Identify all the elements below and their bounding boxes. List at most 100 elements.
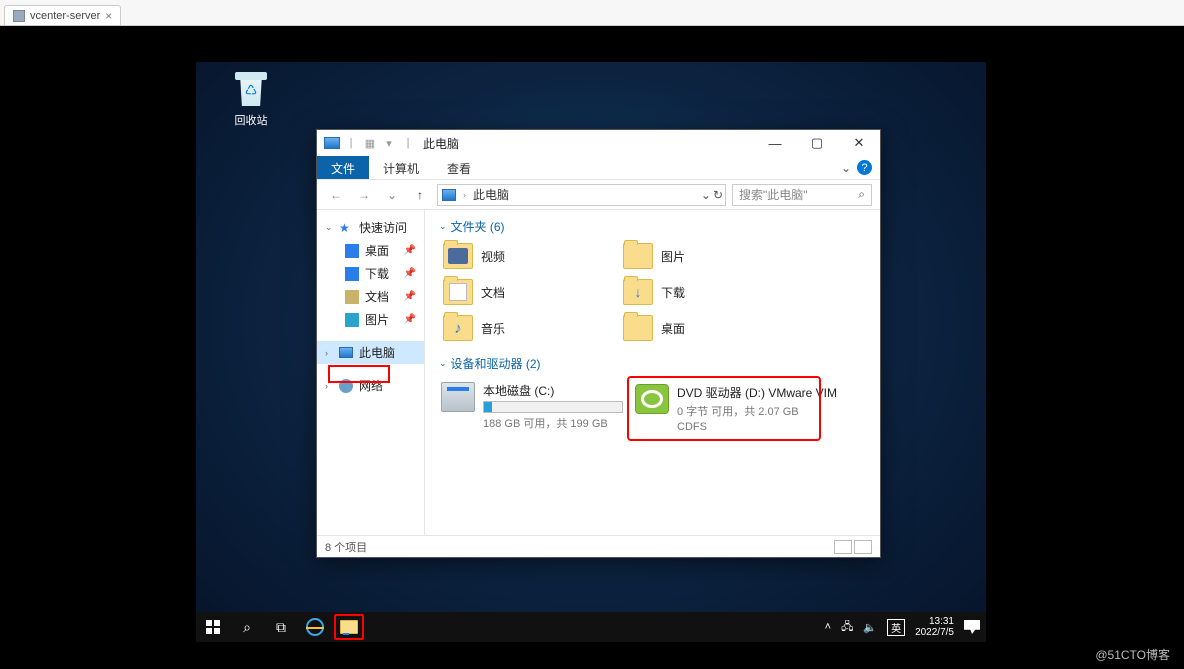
content-pane[interactable]: ⌄ 文件夹 (6) 视频 图片 文档 下载 音乐 桌面 bbox=[425, 210, 880, 535]
nav-history-button[interactable]: ⌄ bbox=[381, 184, 403, 206]
taskbar-ie-button[interactable] bbox=[298, 612, 332, 642]
sidebar-label: 快速访问 bbox=[359, 219, 407, 236]
item-label: 音乐 bbox=[481, 320, 505, 337]
address-chevron-icon[interactable]: › bbox=[460, 190, 469, 200]
annotation-box-thispc bbox=[328, 365, 390, 383]
clock[interactable]: 13:31 2022/7/5 bbox=[915, 616, 954, 638]
qat-dropdown-icon[interactable]: ▾ bbox=[380, 134, 398, 152]
tray-overflow-icon[interactable]: ˄ bbox=[825, 621, 831, 633]
system-icon bbox=[323, 134, 341, 152]
sidebar-item-downloads[interactable]: 下载 📌 bbox=[317, 262, 424, 285]
tray-volume-icon[interactable]: 🔈 bbox=[863, 621, 877, 634]
nav-back-button[interactable]: ← bbox=[325, 184, 347, 206]
ribbon: 文件 计算机 查看 ⌄ ? bbox=[317, 156, 880, 180]
windows-desktop[interactable]: ♺ 回收站 | ▦ ▾ | 此电脑 — ▢ ✕ bbox=[196, 62, 986, 642]
drive-d-dvd[interactable]: DVD 驱动器 (D:) VMware VIM 0 字节 可用，共 2.07 G… bbox=[629, 378, 819, 439]
tray-network-icon[interactable]: 🖧 bbox=[841, 618, 853, 637]
navigation-bar: ← → ⌄ ↑ › 此电脑 ⌄ ↻ 搜索"此电脑" ⌕ bbox=[317, 180, 880, 210]
taskbar-explorer-button[interactable] bbox=[332, 612, 366, 642]
ie-icon bbox=[306, 618, 324, 636]
address-dropdown-icon[interactable]: ⌄ bbox=[701, 188, 711, 202]
sidebar-label: 桌面 bbox=[365, 242, 389, 259]
group-header-drives[interactable]: ⌄ 设备和驱动器 (2) bbox=[439, 351, 870, 378]
address-bar[interactable]: › 此电脑 ⌄ ↻ bbox=[437, 184, 726, 206]
sidebar-item-quickaccess[interactable]: ⌄ ★ 快速访问 bbox=[317, 216, 424, 239]
search-icon[interactable]: ⌕ bbox=[858, 187, 865, 202]
sidebar-item-pictures[interactable]: 图片 📌 bbox=[317, 308, 424, 331]
address-segment-thispc[interactable]: 此电脑 bbox=[473, 186, 509, 203]
recycle-bin-label: 回收站 bbox=[224, 112, 278, 128]
help-icon[interactable]: ? bbox=[857, 160, 872, 175]
action-center-icon[interactable] bbox=[964, 620, 980, 634]
minimize-button[interactable]: — bbox=[754, 130, 796, 156]
sidebar-label: 下载 bbox=[365, 265, 389, 282]
file-explorer-icon bbox=[340, 620, 358, 634]
task-view-button[interactable]: ⧉ bbox=[264, 612, 298, 642]
group-label: 设备和驱动器 (2) bbox=[451, 355, 541, 372]
drive-c[interactable]: 本地磁盘 (C:) 188 GB 可用，共 199 GB bbox=[439, 378, 619, 439]
search-box[interactable]: 搜索"此电脑" ⌕ bbox=[732, 184, 872, 206]
sidebar-item-documents[interactable]: 文档 📌 bbox=[317, 285, 424, 308]
ribbon-tab-view[interactable]: 查看 bbox=[433, 156, 485, 179]
folder-documents[interactable]: 文档 bbox=[439, 277, 609, 307]
taskbar-search-button[interactable]: ⌕ bbox=[230, 612, 264, 642]
nav-up-button[interactable]: ↑ bbox=[409, 184, 431, 206]
window-title: 此电脑 bbox=[423, 135, 754, 152]
drive-name: DVD 驱动器 (D:) VMware VIM bbox=[677, 384, 837, 401]
pin-icon: 📌 bbox=[404, 314, 416, 325]
item-label: 图片 bbox=[661, 248, 685, 265]
ime-indicator[interactable]: 英 bbox=[887, 619, 905, 636]
file-explorer-window: | ▦ ▾ | 此电脑 — ▢ ✕ 文件 计算机 查看 ⌄ ? bbox=[316, 129, 881, 558]
qat-properties-icon[interactable]: ▦ bbox=[361, 134, 379, 152]
address-bar-icon bbox=[442, 189, 456, 201]
watermark: @51CTO博客 bbox=[1095, 646, 1170, 663]
recycle-bin[interactable]: ♺ 回收站 bbox=[224, 72, 278, 128]
windows-logo-icon bbox=[206, 620, 220, 634]
caret-icon[interactable]: ⌄ bbox=[325, 222, 333, 233]
status-bar: 8 个项目 bbox=[317, 535, 880, 557]
explorer-titlebar[interactable]: | ▦ ▾ | 此电脑 — ▢ ✕ bbox=[317, 130, 880, 156]
start-button[interactable] bbox=[196, 612, 230, 642]
desktop-icon bbox=[345, 244, 359, 258]
browser-tab-vcenter[interactable]: vcenter-server × bbox=[4, 5, 121, 25]
clock-date: 2022/7/5 bbox=[915, 627, 954, 638]
pin-icon: 📌 bbox=[404, 245, 416, 256]
ribbon-tab-file[interactable]: 文件 bbox=[317, 156, 369, 179]
group-header-folders[interactable]: ⌄ 文件夹 (6) bbox=[439, 214, 870, 241]
ribbon-expand-icon[interactable]: ⌄ bbox=[841, 161, 851, 175]
maximize-button[interactable]: ▢ bbox=[796, 130, 838, 156]
chevron-down-icon: ⌄ bbox=[439, 358, 447, 369]
sidebar-label: 图片 bbox=[365, 311, 389, 328]
drive-filesystem: CDFS bbox=[677, 421, 837, 433]
qat-sep2: | bbox=[399, 134, 417, 152]
sidebar-label: 文档 bbox=[365, 288, 389, 305]
folder-icon bbox=[623, 243, 653, 269]
folder-downloads[interactable]: 下载 bbox=[619, 277, 789, 307]
browser-tab-label: vcenter-server bbox=[30, 10, 100, 22]
nav-forward-button[interactable]: → bbox=[353, 184, 375, 206]
downloads-icon bbox=[345, 267, 359, 281]
capacity-bar bbox=[483, 401, 623, 413]
ribbon-tab-computer[interactable]: 计算机 bbox=[369, 156, 433, 179]
view-tiles-button[interactable] bbox=[854, 540, 872, 554]
item-label: 文档 bbox=[481, 284, 505, 301]
sidebar-label: 此电脑 bbox=[359, 344, 395, 361]
folder-icon bbox=[443, 279, 473, 305]
view-details-button[interactable] bbox=[834, 540, 852, 554]
taskbar: ⌕ ⧉ ˄ 🖧 🔈 英 13:31 2022/7/5 bbox=[196, 612, 986, 642]
folder-desktop[interactable]: 桌面 bbox=[619, 313, 789, 343]
chevron-down-icon: ⌄ bbox=[439, 221, 447, 232]
folder-icon bbox=[623, 279, 653, 305]
clock-time: 13:31 bbox=[915, 616, 954, 627]
tab-close-icon[interactable]: × bbox=[105, 9, 112, 23]
sidebar-item-desktop[interactable]: 桌面 📌 bbox=[317, 239, 424, 262]
close-button[interactable]: ✕ bbox=[838, 130, 880, 156]
folder-pictures[interactable]: 图片 bbox=[619, 241, 789, 271]
folder-music[interactable]: 音乐 bbox=[439, 313, 609, 343]
search-placeholder: 搜索"此电脑" bbox=[739, 186, 808, 203]
caret-icon[interactable]: › bbox=[325, 348, 333, 358]
folder-videos[interactable]: 视频 bbox=[439, 241, 609, 271]
folder-icon bbox=[623, 315, 653, 341]
address-refresh-icon[interactable]: ↻ bbox=[713, 188, 723, 202]
sidebar-item-thispc[interactable]: › 此电脑 bbox=[317, 341, 424, 364]
